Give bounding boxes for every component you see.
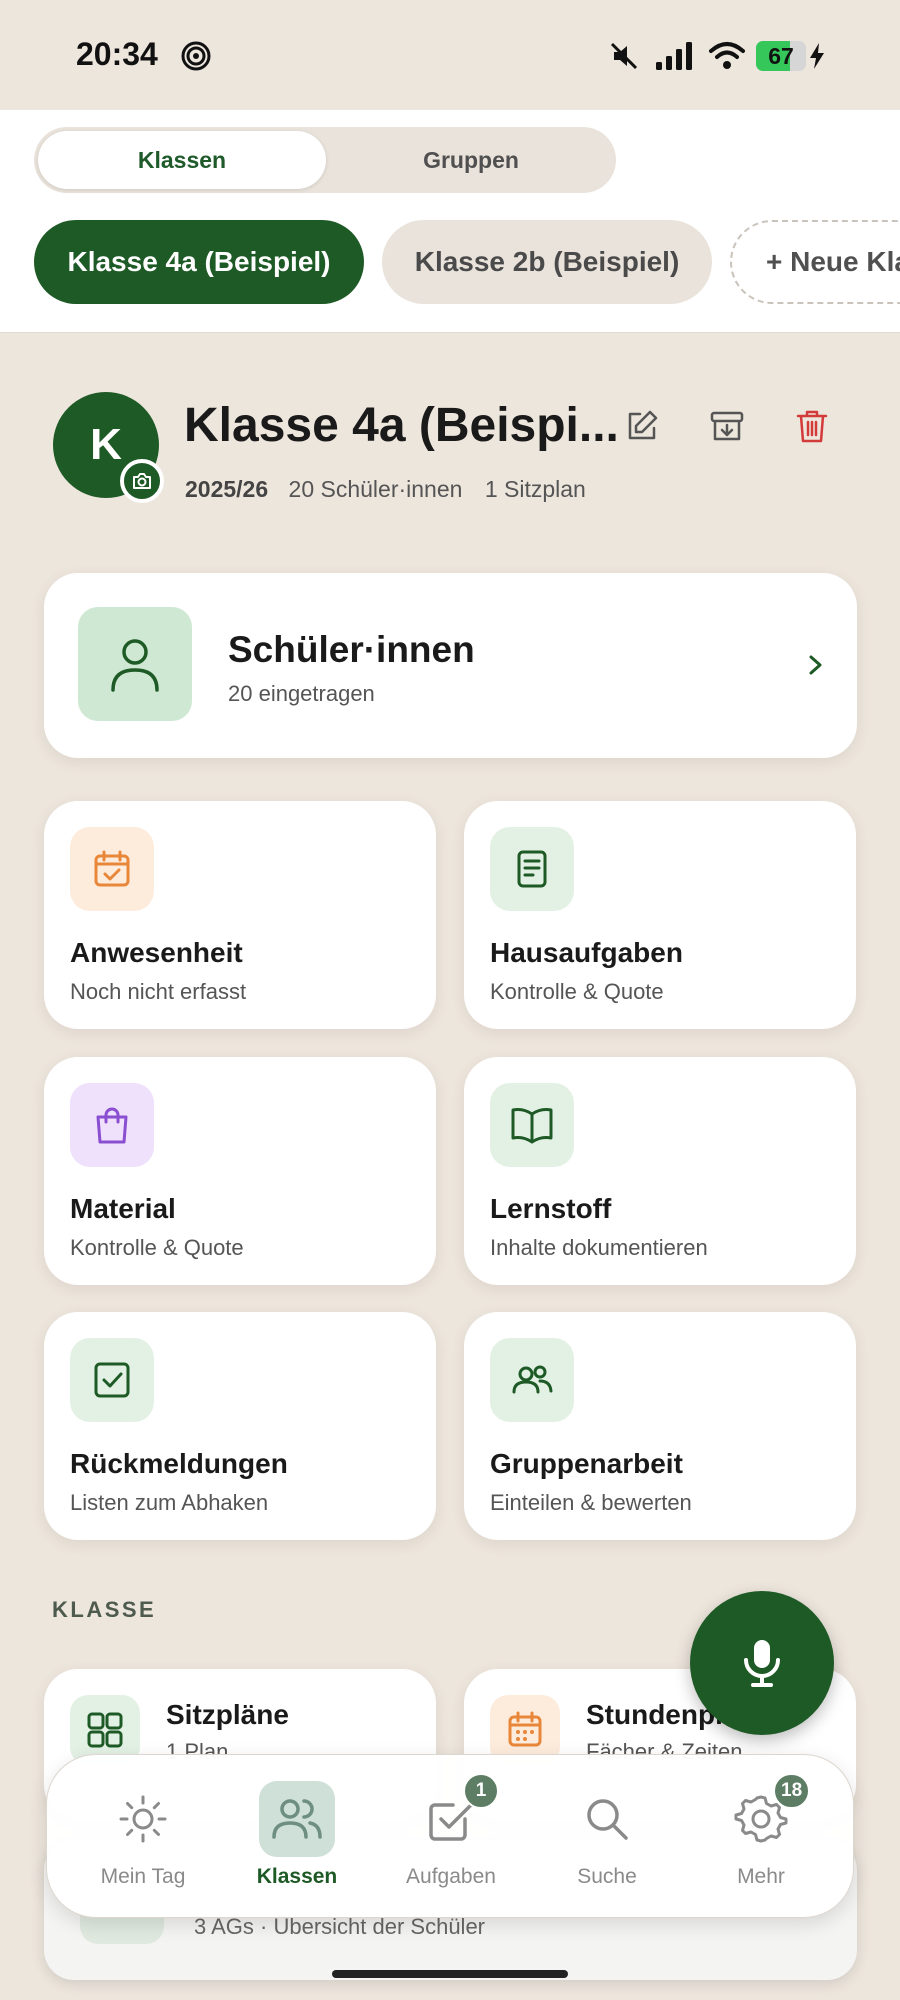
tile-title: Hausaufgaben	[490, 937, 683, 968]
user-icon	[78, 607, 192, 721]
checkbox-icon	[70, 1338, 154, 1422]
status-time: 20:34	[76, 36, 158, 72]
archive-icon	[710, 411, 744, 441]
edit-button[interactable]	[620, 404, 664, 448]
class-title: Klasse 4a (Beispi...	[184, 399, 619, 452]
students-card-subtitle: 20 eingetragen	[228, 681, 375, 706]
more-badge: 18	[773, 1773, 811, 1809]
nav-label: Mehr	[737, 1865, 785, 1888]
edit-icon	[628, 410, 658, 440]
tile-lernstoff[interactable]: Lernstoff Inhalte dokumentieren	[464, 1057, 856, 1285]
tile-rueckmeldungen[interactable]: Rückmeldungen Listen zum Abhaken	[44, 1312, 436, 1540]
students-card-title: Schüler·innen	[228, 629, 475, 670]
tile-subtitle: Inhalte dokumentieren	[490, 1235, 708, 1260]
student-count: 20 Schüler·innen	[288, 476, 463, 502]
nav-mehr[interactable]: 18 Mehr	[681, 1755, 841, 1919]
signal-icon	[656, 42, 692, 70]
top-header: Klassen Gruppen Klasse 4a (Beispiel) Kla…	[0, 110, 900, 333]
tile-subtitle: Einteilen & bewerten	[490, 1490, 692, 1515]
battery-icon: 67	[756, 41, 806, 71]
voice-input-button[interactable]	[690, 1591, 834, 1735]
calendar-check-icon	[70, 827, 154, 911]
delete-button[interactable]	[790, 404, 834, 448]
new-class-chip[interactable]: + Neue Kla	[730, 220, 900, 304]
home-indicator[interactable]	[332, 1970, 568, 1978]
school-year: 2025/26	[185, 476, 269, 502]
camera-icon[interactable]	[120, 459, 164, 503]
microphone-icon	[744, 1640, 780, 1687]
tile-hausaufgaben[interactable]: Hausaufgaben Kontrolle & Quote	[464, 801, 856, 1029]
archive-button[interactable]	[705, 404, 749, 448]
nav-label: Mein Tag	[100, 1865, 186, 1888]
trash-icon	[796, 410, 828, 443]
users-icon	[259, 1781, 335, 1857]
nav-label: Klassen	[256, 1865, 338, 1888]
nav-klassen[interactable]: Klassen	[217, 1755, 377, 1919]
students-card[interactable]: Schüler·innen 20 eingetragen	[44, 573, 857, 758]
segment-gruppen[interactable]: Gruppen	[330, 131, 612, 189]
tile-title: Lernstoff	[490, 1193, 612, 1224]
shopping-bag-icon	[70, 1083, 154, 1167]
view-segmented-control: Klassen Gruppen	[34, 127, 616, 193]
tile-title: Rückmeldungen	[70, 1448, 288, 1479]
group-icon	[490, 1338, 574, 1422]
hotspot-icon	[181, 41, 211, 71]
class-chip-row: Klasse 4a (Beispiel) Klasse 2b (Beispiel…	[0, 219, 900, 305]
battery-level: 67	[768, 43, 794, 69]
tile-anwesenheit[interactable]: Anwesenheit Noch nicht erfasst	[44, 801, 436, 1029]
wifi-icon	[709, 42, 745, 69]
charging-icon	[810, 43, 824, 69]
nav-label: Aufgaben	[406, 1865, 496, 1888]
tile-title: Gruppenarbeit	[490, 1448, 683, 1479]
tile-material[interactable]: Material Kontrolle & Quote	[44, 1057, 436, 1285]
status-bar: 20:34 67	[0, 0, 900, 110]
tile-subtitle: Noch nicht erfasst	[70, 979, 247, 1004]
tile-subtitle: Listen zum Abhaken	[70, 1490, 269, 1515]
class-chip-2b[interactable]: Klasse 2b (Beispiel)	[382, 220, 712, 304]
bottom-navigation: Mein Tag Klassen 1 Aufgaben Suche 18 Meh…	[46, 1754, 854, 1918]
tile-title: Anwesenheit	[70, 937, 243, 968]
seating-count: 1 Sitzplan	[484, 476, 586, 502]
section-label-klasse: KLASSE	[52, 1597, 157, 1622]
document-icon	[490, 827, 574, 911]
tasks-badge: 1	[463, 1773, 499, 1809]
nav-suche[interactable]: Suche	[527, 1755, 687, 1919]
class-meta: 2025/26 20 Schüler·innen 1 Sitzplan	[185, 476, 586, 503]
tile-title: Sitzpläne	[166, 1699, 289, 1730]
tile-subtitle: Kontrolle & Quote	[70, 1235, 244, 1260]
nav-aufgaben[interactable]: 1 Aufgaben	[371, 1755, 531, 1919]
nav-mein-tag[interactable]: Mein Tag	[63, 1755, 223, 1919]
open-book-icon	[490, 1083, 574, 1167]
nav-label: Suche	[577, 1865, 637, 1888]
class-chip-4a[interactable]: Klasse 4a (Beispiel)	[34, 220, 364, 304]
tile-gruppenarbeit[interactable]: Gruppenarbeit Einteilen & bewerten	[464, 1312, 856, 1540]
tile-subtitle: Kontrolle & Quote	[490, 979, 664, 1004]
segment-klassen[interactable]: Klassen	[38, 131, 326, 189]
search-icon	[569, 1781, 645, 1857]
tile-title: Material	[70, 1193, 176, 1224]
sun-icon	[105, 1781, 181, 1857]
chevron-right-icon	[809, 655, 822, 675]
mute-icon	[610, 42, 638, 70]
